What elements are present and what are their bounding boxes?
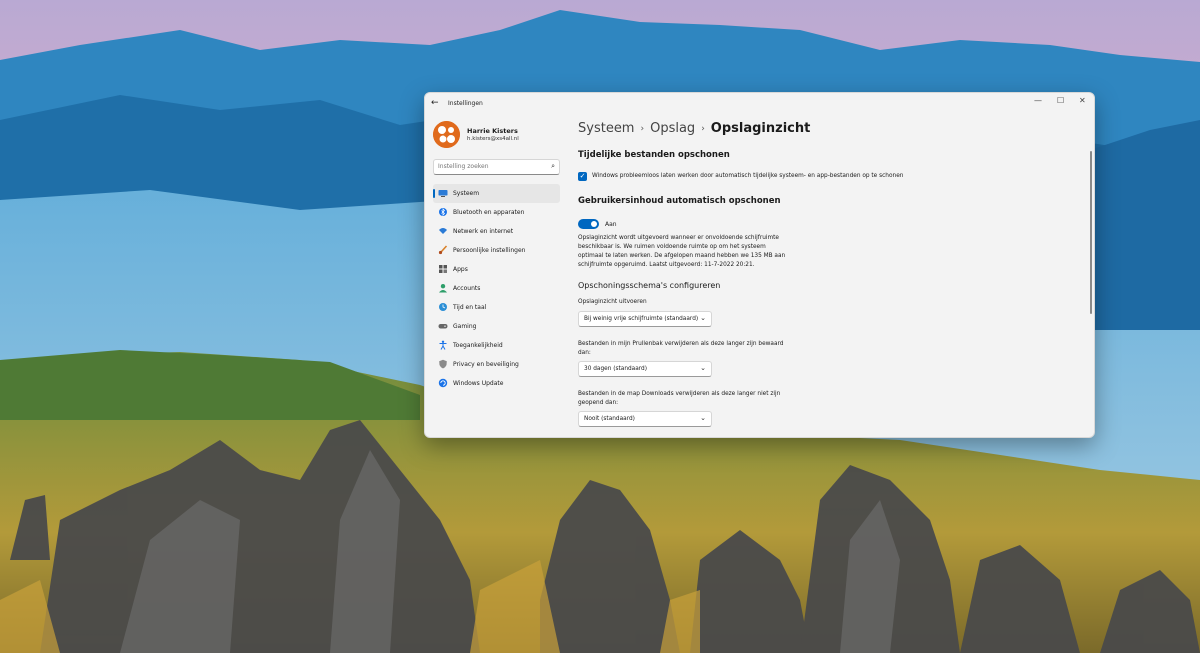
- temp-files-checkbox-label: Windows probleemloos laten werken door a…: [592, 173, 904, 179]
- profile-name: Harrie Kisters: [467, 127, 518, 135]
- toggle-knob: [591, 221, 597, 227]
- user-content-heading: Gebruikersinhoud automatisch opschonen: [578, 196, 781, 206]
- monitor-icon: [438, 188, 448, 198]
- sidebar-item-systeem[interactable]: Systeem: [433, 184, 560, 203]
- dropdown-value: Nooit (standaard): [584, 416, 635, 422]
- app-title: Instellingen: [448, 100, 483, 107]
- windows-update-icon: [438, 378, 448, 388]
- breadcrumb-systeem[interactable]: Systeem: [578, 121, 634, 136]
- dropdown-value: 30 dagen (standaard): [584, 366, 648, 372]
- dropdown-value: Bij weinig vrije schijfruimte (standaard…: [584, 316, 699, 322]
- chevron-down-icon: ⌄: [700, 364, 706, 372]
- brush-icon: [438, 245, 448, 255]
- avatar-logo-icon: [433, 121, 460, 148]
- sidebar-item-windows-update[interactable]: Windows Update: [433, 374, 560, 393]
- sidebar-item-bluetooth[interactable]: Bluetooth en apparaten: [433, 203, 560, 222]
- accessibility-icon: [438, 340, 448, 350]
- globe-clock-icon: [438, 302, 448, 312]
- scrollbar[interactable]: [1090, 151, 1092, 314]
- close-icon[interactable]: ✕: [1079, 96, 1086, 105]
- profile-email: h.kisters@xs4all.nl: [467, 136, 519, 142]
- sidebar-item-label: Accounts: [453, 285, 481, 292]
- sidebar-item-gaming[interactable]: Gaming: [433, 317, 560, 336]
- storage-sense-toggle[interactable]: [578, 219, 599, 229]
- downloads-dropdown[interactable]: Nooit (standaard) ⌄: [578, 411, 712, 427]
- sidebar-item-toegankelijkheid[interactable]: Toegankelijkheid: [433, 336, 560, 355]
- sidebar-item-netwerk[interactable]: Netwerk en internet: [433, 222, 560, 241]
- title-bar: ← Instellingen — ☐ ✕: [425, 93, 1094, 115]
- settings-window: ← Instellingen — ☐ ✕ Harrie Kisters h.ki…: [424, 92, 1095, 438]
- wifi-icon: [438, 226, 448, 236]
- schedule-heading: Opschoningsschema's configureren: [578, 281, 721, 290]
- recycle-bin-dropdown[interactable]: 30 dagen (standaard) ⌄: [578, 361, 712, 377]
- temp-files-heading: Tijdelijke bestanden opschonen: [578, 150, 730, 160]
- sidebar-item-label: Apps: [453, 266, 468, 273]
- recycle-bin-label: Bestanden in mijn Prullenbak verwijderen…: [578, 341, 784, 356]
- downloads-label: Bestanden in de map Downloads verwijdere…: [578, 391, 781, 406]
- search-input[interactable]: [438, 163, 543, 170]
- sidebar-item-label: Privacy en beveiliging: [453, 361, 519, 368]
- minimize-icon[interactable]: —: [1034, 96, 1042, 105]
- run-schedule-dropdown[interactable]: Bij weinig vrije schijfruimte (standaard…: [578, 311, 712, 327]
- run-schedule-label: Opslaginzicht uitvoeren: [578, 299, 647, 305]
- search-box[interactable]: ⌕: [433, 159, 560, 175]
- maximize-icon[interactable]: ☐: [1057, 96, 1064, 105]
- sidebar-item-label: Netwerk en internet: [453, 228, 514, 235]
- temp-files-checkbox[interactable]: ✓: [578, 172, 587, 181]
- sidebar-item-label: Toegankelijkheid: [453, 342, 503, 349]
- sidebar-item-accounts[interactable]: Accounts: [433, 279, 560, 298]
- back-arrow-icon[interactable]: ←: [431, 98, 439, 108]
- active-indicator: [433, 189, 435, 198]
- sidebar-item-label: Bluetooth en apparaten: [453, 209, 525, 216]
- sidebar-item-privacy[interactable]: Privacy en beveiliging: [433, 355, 560, 374]
- chevron-down-icon: ⌄: [700, 414, 706, 422]
- storage-sense-description: Opslaginzicht wordt uitgevoerd wanneer e…: [578, 235, 786, 268]
- search-icon[interactable]: ⌕: [551, 162, 555, 171]
- chevron-right-icon: ›: [701, 124, 705, 134]
- sidebar-item-label: Windows Update: [453, 380, 504, 387]
- chevron-right-icon: ›: [640, 124, 645, 134]
- sidebar-item-label: Persoonlijke instellingen: [453, 247, 526, 254]
- sidebar-item-tijd[interactable]: Tijd en taal: [433, 298, 560, 317]
- gamepad-icon: [438, 321, 448, 331]
- sidebar-item-label: Systeem: [453, 190, 480, 197]
- toggle-state-label: Aan: [605, 221, 617, 228]
- sidebar-item-apps[interactable]: Apps: [433, 260, 560, 279]
- shield-icon: [438, 359, 448, 369]
- sidebar-nav: Systeem Bluetooth en apparaten Netwerk e…: [433, 184, 560, 393]
- page-title: Opslaginzicht: [710, 121, 811, 136]
- sidebar-item-persoonlijk[interactable]: Persoonlijke instellingen: [433, 241, 560, 260]
- sidebar-item-label: Tijd en taal: [453, 304, 487, 311]
- person-icon: [438, 283, 448, 293]
- avatar[interactable]: [433, 121, 460, 148]
- sidebar-item-label: Gaming: [453, 323, 477, 330]
- breadcrumb-opslag[interactable]: Opslag: [650, 121, 695, 136]
- apps-icon: [438, 264, 448, 274]
- bluetooth-icon: [438, 207, 448, 217]
- chevron-down-icon: ⌄: [700, 314, 706, 322]
- breadcrumb: Systeem › Opslag › Opslaginzicht: [578, 121, 810, 136]
